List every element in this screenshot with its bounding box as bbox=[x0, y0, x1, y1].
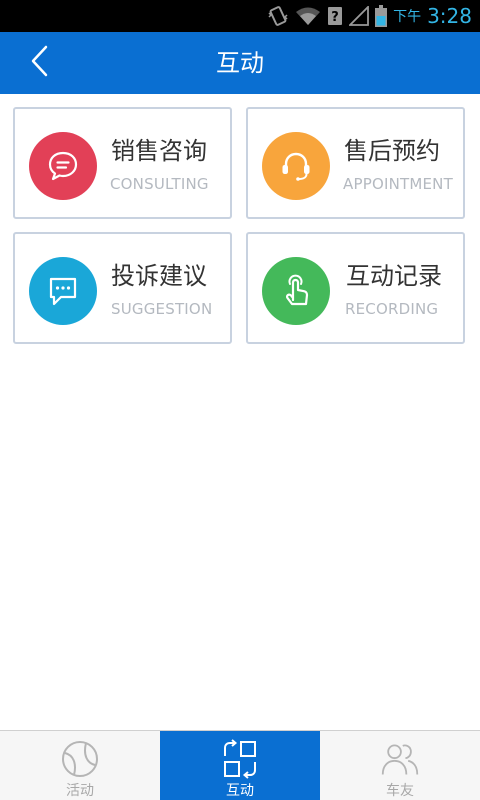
signal-icon bbox=[349, 6, 369, 26]
bottom-nav: 活动 互动 车友 bbox=[0, 730, 480, 800]
wifi-icon bbox=[295, 6, 321, 26]
status-ampm: 下午 bbox=[393, 9, 422, 25]
battery-icon bbox=[375, 5, 388, 27]
header-bar: 互动 bbox=[0, 32, 480, 94]
appointment-card[interactable]: 售后预约 APPOINTMENT bbox=[246, 107, 465, 219]
card-title: 售后预约 bbox=[344, 137, 440, 165]
nav-item-interact[interactable]: 互动 bbox=[160, 731, 320, 800]
page-title: 互动 bbox=[216, 49, 264, 77]
svg-text:?: ? bbox=[331, 10, 339, 25]
vibrate-icon bbox=[267, 5, 289, 27]
card-title: 销售咨询 bbox=[111, 137, 207, 165]
card-title: 投诉建议 bbox=[111, 262, 207, 290]
nav-item-friends[interactable]: 车友 bbox=[320, 731, 480, 800]
status-time: 3:28 bbox=[427, 4, 472, 28]
nav-label: 活动 bbox=[66, 783, 94, 799]
recording-card[interactable]: 互动记录 RECORDING bbox=[246, 232, 465, 344]
card-title: 互动记录 bbox=[346, 262, 442, 290]
status-bar: ? 下午 3:28 bbox=[0, 0, 480, 32]
unknown-network-icon: ? bbox=[327, 6, 343, 26]
interact-icon bbox=[220, 739, 260, 779]
ball-icon bbox=[60, 739, 100, 779]
nav-label: 互动 bbox=[226, 783, 254, 799]
headset-icon bbox=[262, 132, 330, 200]
comment-icon bbox=[29, 257, 97, 325]
nav-label: 车友 bbox=[386, 783, 414, 799]
card-subtitle: APPOINTMENT bbox=[343, 175, 453, 193]
nav-item-activity[interactable]: 活动 bbox=[0, 731, 160, 800]
touch-hand-icon bbox=[262, 257, 330, 325]
consulting-card[interactable]: 销售咨询 CONSULTING bbox=[13, 107, 232, 219]
chat-bubble-icon bbox=[29, 132, 97, 200]
friends-icon bbox=[380, 739, 420, 779]
card-subtitle: CONSULTING bbox=[110, 175, 209, 193]
card-subtitle: RECORDING bbox=[345, 300, 439, 318]
suggestion-card[interactable]: 投诉建议 SUGGESTION bbox=[13, 232, 232, 344]
card-subtitle: SUGGESTION bbox=[111, 300, 213, 318]
